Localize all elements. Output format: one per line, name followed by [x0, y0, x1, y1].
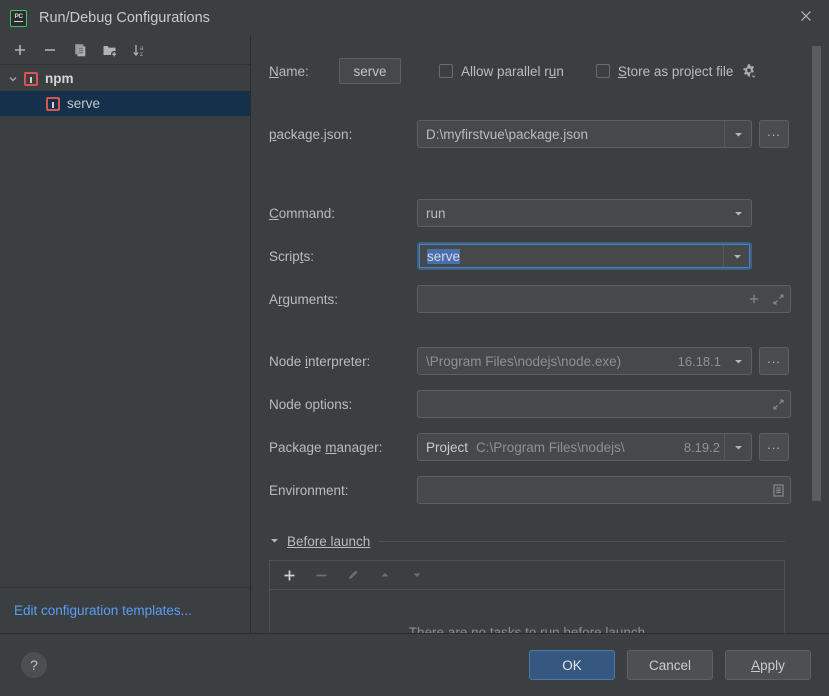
form-area: Name: serve Allow parallel run Store as …: [251, 36, 829, 633]
package-json-value: D:\myfirstvue\package.json: [426, 127, 724, 142]
environment-row: Environment:: [269, 476, 791, 504]
name-input[interactable]: serve: [339, 58, 401, 84]
remove-configuration-button[interactable]: [36, 38, 64, 62]
dialog-body: a z npm serve: [0, 36, 829, 633]
sort-alphabetical-icon[interactable]: a z: [126, 38, 154, 62]
node-interpreter-combobox[interactable]: \Program Files\nodejs\node.exe) 16.18.1: [417, 347, 752, 375]
allow-parallel-run-label: Allow parallel run: [461, 64, 564, 79]
node-interpreter-label: Node interpreter:: [269, 354, 417, 369]
node-interpreter-version: 16.18.1: [678, 354, 721, 369]
command-label: Command:: [269, 206, 417, 221]
package-json-browse-button[interactable]: ...: [759, 120, 789, 148]
edit-templates-bar: Edit configuration templates...: [0, 587, 250, 633]
node-interpreter-value: \Program Files\nodejs\node.exe): [426, 354, 678, 369]
move-task-up-button: [374, 564, 396, 586]
before-launch-panel: There are no tasks to run before launch: [269, 560, 785, 633]
scripts-combobox[interactable]: serve: [417, 242, 752, 270]
before-launch-toolbar: [270, 561, 784, 590]
package-manager-browse-button[interactable]: ...: [759, 433, 789, 461]
tree-group-npm[interactable]: npm: [0, 66, 250, 91]
svg-text:z: z: [140, 52, 143, 58]
pycharm-logo-icon: PC: [10, 10, 27, 27]
configuration-form-panel: Name: serve Allow parallel run Store as …: [251, 36, 829, 633]
package-manager-label: Package manager:: [269, 440, 417, 455]
before-launch-header[interactable]: Before launch: [269, 534, 785, 549]
command-row: Command: run: [269, 199, 752, 227]
npm-icon: [24, 72, 38, 86]
configurations-panel: a z npm serve: [0, 36, 251, 633]
folder-add-icon[interactable]: [96, 38, 124, 62]
package-manager-row: Package manager: Project C:\Program File…: [269, 433, 789, 461]
chevron-down-icon[interactable]: [725, 348, 751, 374]
cancel-button[interactable]: Cancel: [627, 650, 713, 680]
run-debug-configurations-dialog: PC Run/Debug Configurations: [0, 0, 829, 696]
environment-list-icon[interactable]: [766, 477, 790, 503]
add-configuration-button[interactable]: [6, 38, 34, 62]
scripts-value: serve: [427, 249, 460, 264]
checkbox-box: [596, 64, 610, 78]
scripts-label: Scripts:: [269, 249, 417, 264]
pencil-icon: [342, 564, 364, 586]
package-manager-combobox[interactable]: Project C:\Program Files\nodejs\ 8.19.2: [417, 433, 752, 461]
package-json-label: package.json:: [269, 127, 417, 142]
form-scrollbar-thumb[interactable]: [812, 46, 821, 501]
node-interpreter-browse-button[interactable]: ...: [759, 347, 789, 375]
chevron-down-icon[interactable]: [4, 74, 22, 84]
configurations-toolbar: a z: [0, 36, 250, 65]
name-row: Name: serve Allow parallel run Store as …: [269, 58, 758, 84]
node-interpreter-row: Node interpreter: \Program Files\nodejs\…: [269, 347, 789, 375]
form-scrollbar[interactable]: [812, 36, 821, 633]
remove-task-button: [310, 564, 332, 586]
chevron-down-icon[interactable]: [725, 200, 751, 226]
package-manager-path: C:\Program Files\nodejs\: [476, 440, 684, 455]
npm-icon: [46, 97, 60, 111]
chevron-down-icon[interactable]: [723, 244, 750, 268]
configurations-tree[interactable]: npm serve: [0, 65, 250, 587]
help-button[interactable]: ?: [21, 652, 47, 678]
arguments-label: Arguments:: [269, 292, 417, 307]
gear-dropdown-icon[interactable]: [740, 62, 758, 80]
command-value: run: [426, 206, 725, 221]
environment-label: Environment:: [269, 483, 417, 498]
command-combobox[interactable]: run: [417, 199, 752, 227]
arguments-row: Arguments:: [269, 285, 791, 313]
expand-icon[interactable]: [766, 391, 790, 417]
store-as-project-file-checkbox[interactable]: Store as project file: [596, 64, 734, 79]
node-options-label: Node options:: [269, 397, 417, 412]
before-launch-empty-message: There are no tasks to run before launch: [270, 590, 784, 633]
ok-button[interactable]: OK: [529, 650, 615, 680]
node-options-input[interactable]: [417, 390, 791, 418]
chevron-down-icon[interactable]: [724, 121, 751, 147]
environment-input[interactable]: [417, 476, 791, 504]
apply-button[interactable]: Apply: [725, 650, 811, 680]
chevron-down-icon[interactable]: [724, 434, 751, 460]
title-bar: PC Run/Debug Configurations: [0, 0, 829, 36]
tree-item-serve[interactable]: serve: [0, 91, 250, 116]
edit-configuration-templates-link[interactable]: Edit configuration templates...: [14, 603, 192, 618]
arguments-input[interactable]: [417, 285, 791, 313]
package-json-row: package.json: D:\myfirstvue\package.json…: [269, 120, 789, 148]
node-options-row: Node options:: [269, 390, 791, 418]
before-launch-divider: [378, 541, 785, 542]
expand-icon[interactable]: [766, 286, 790, 312]
store-as-project-file-label: Store as project file: [618, 64, 734, 79]
tree-item-label: serve: [67, 96, 100, 111]
move-task-down-button: [406, 564, 428, 586]
plus-icon[interactable]: [742, 286, 766, 312]
before-launch-title: Before launch: [287, 534, 370, 549]
triangle-down-icon[interactable]: [269, 534, 280, 549]
package-manager-version: 8.19.2: [684, 440, 720, 455]
dialog-footer: ? OK Cancel Apply: [0, 633, 829, 696]
checkbox-box: [439, 64, 453, 78]
scripts-row: Scripts: serve: [269, 242, 752, 270]
tree-group-label: npm: [45, 71, 74, 86]
add-task-button[interactable]: [278, 564, 300, 586]
copy-configuration-button[interactable]: [66, 38, 94, 62]
package-manager-value: Project: [426, 440, 468, 455]
name-label: Name:: [269, 64, 339, 79]
window-title: Run/Debug Configurations: [39, 10, 210, 26]
allow-parallel-run-checkbox[interactable]: Allow parallel run: [439, 64, 564, 79]
package-json-input[interactable]: D:\myfirstvue\package.json: [417, 120, 752, 148]
close-icon[interactable]: [783, 0, 829, 32]
